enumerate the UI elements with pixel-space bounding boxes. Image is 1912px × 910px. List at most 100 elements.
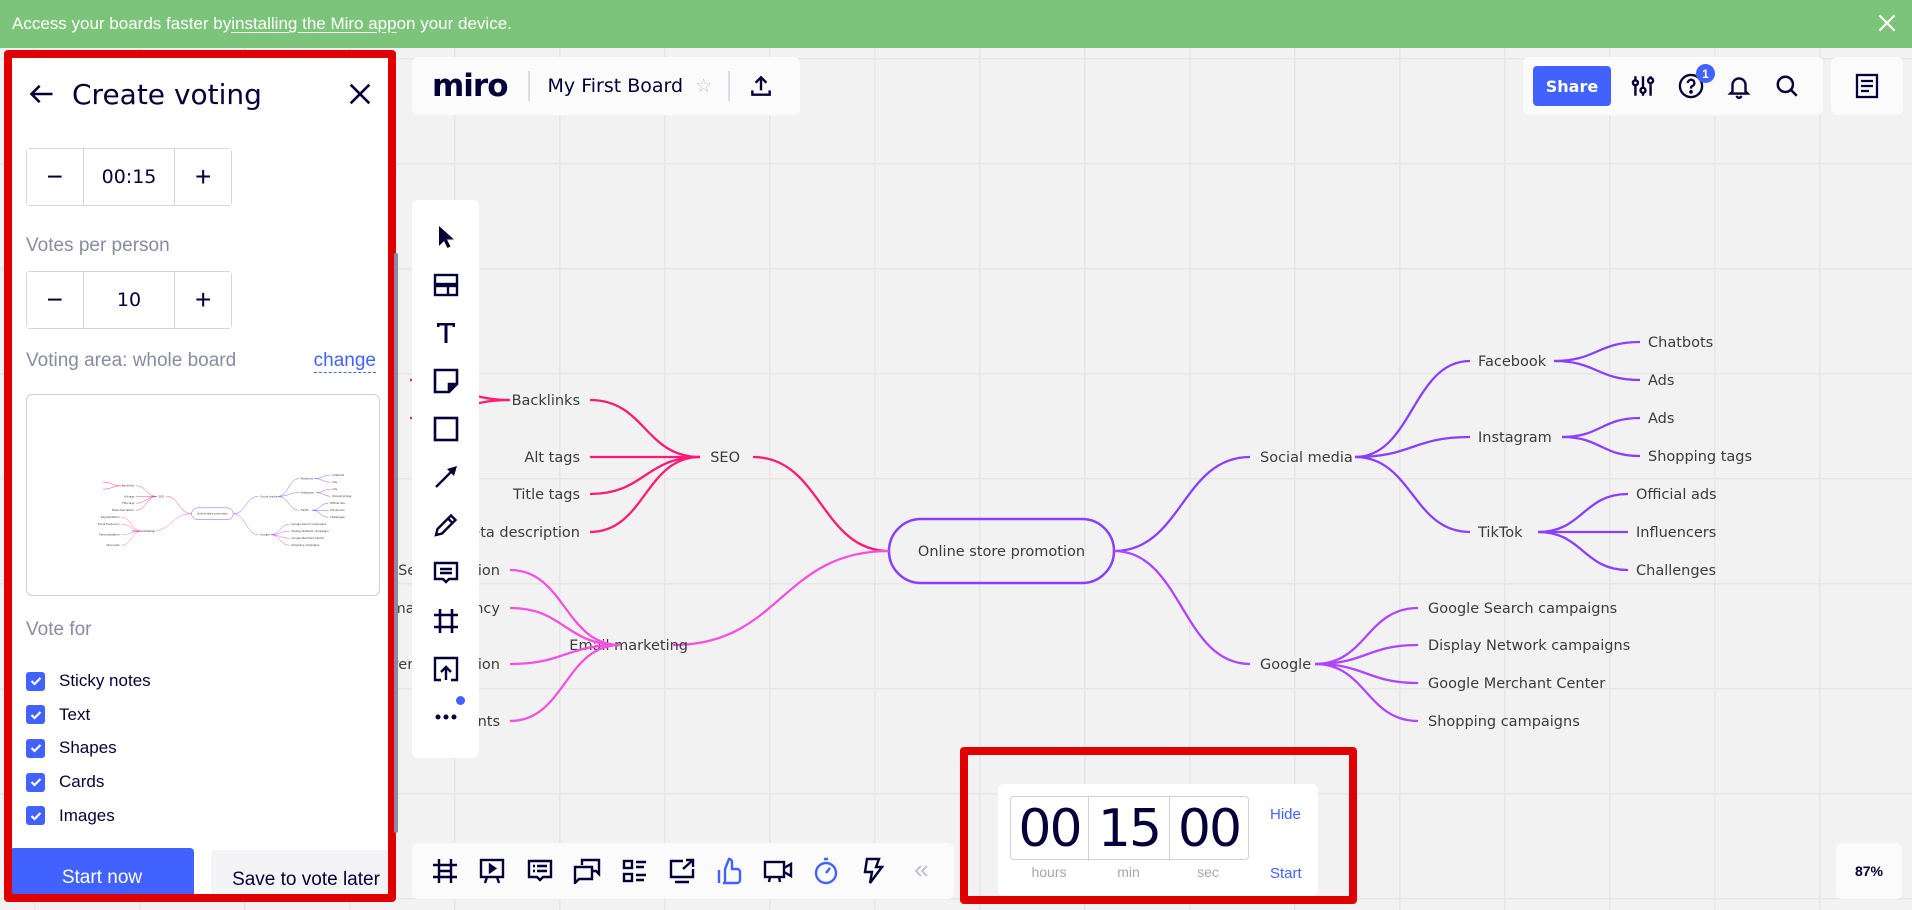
duration-value[interactable]: 00:15	[82, 149, 176, 205]
mind-map-branch	[1553, 359, 1641, 382]
mind-map-branch	[136, 496, 157, 504]
mind-map-node-label: Social media	[260, 494, 277, 498]
comments-list-icon[interactable]	[525, 856, 554, 886]
upload-icon[interactable]	[748, 73, 774, 99]
mind-map-branch	[102, 485, 122, 490]
checkbox[interactable]	[26, 806, 45, 826]
mind-map-node-label: SEO	[159, 494, 165, 498]
close-icon[interactable]	[346, 80, 374, 108]
duration-decrease-button[interactable]: −	[27, 149, 83, 205]
cards-list-icon[interactable]	[620, 856, 649, 886]
mind-map-branch	[314, 478, 331, 483]
integrations-icon[interactable]	[859, 856, 888, 886]
share-button[interactable]: Share	[1533, 66, 1611, 106]
votes-value[interactable]: 10	[82, 272, 176, 328]
mind-map-branch	[151, 513, 192, 532]
mind-map-node-label: TikTok	[300, 508, 310, 512]
mind-map-leaf-label: Chatbots	[332, 473, 345, 477]
vote-for-option[interactable]: Text	[26, 705, 90, 725]
zoom-level[interactable]: 87%	[1836, 843, 1902, 899]
double-chevron-left-icon[interactable]	[906, 856, 935, 886]
checkbox[interactable]	[26, 705, 45, 725]
timer-start-link[interactable]: Start	[1270, 865, 1302, 882]
collaboration-toolbar	[412, 843, 954, 899]
video-call-icon[interactable]	[763, 856, 793, 886]
mind-map-branch	[311, 503, 329, 511]
connection-line-icon[interactable]	[429, 460, 463, 494]
mind-map-branch	[1553, 340, 1641, 363]
mind-map-node-label: Email marketing	[569, 638, 688, 654]
mind-map-branch	[1354, 359, 1471, 459]
votes-decrease-button[interactable]: −	[27, 272, 83, 328]
back-arrow-icon[interactable]	[28, 80, 56, 108]
checkmark-icon	[30, 710, 41, 720]
duration-increase-button[interactable]: +	[175, 149, 231, 205]
mind-map-branch	[316, 492, 331, 497]
mind-map-leaf-label: Google Merchant Center	[1428, 676, 1605, 692]
mind-map-node-label: Instagram	[301, 491, 315, 495]
mind-map-leaf-label: Shopping campaigns	[291, 543, 320, 547]
select-tool-icon[interactable]	[429, 220, 463, 254]
settings-sliders-icon[interactable]	[1627, 70, 1659, 102]
vote-for-option[interactable]: Shapes	[26, 738, 117, 758]
mind-map-node-label: Facebook	[301, 477, 314, 481]
timer-hours[interactable]: 00	[1011, 797, 1089, 861]
vote-for-option[interactable]: Images	[26, 806, 115, 826]
checkbox[interactable]	[26, 671, 45, 691]
search-icon[interactable]	[1771, 70, 1803, 102]
vote-for-option-label: Shapes	[59, 738, 117, 758]
votes-increase-button[interactable]: +	[175, 272, 231, 328]
upload-tool-icon[interactable]	[429, 652, 463, 686]
mind-map-leaf-label: Influencers	[1636, 525, 1716, 541]
timer-minutes[interactable]: 15	[1089, 797, 1170, 861]
board-title[interactable]: My First Board	[548, 75, 684, 97]
frames-icon[interactable]	[430, 856, 459, 886]
share-screen-icon[interactable]	[668, 856, 697, 886]
mind-map-node-label: Google	[1260, 657, 1311, 673]
mind-map-leaf-label: Challenges	[1636, 563, 1716, 579]
mind-map-branch	[589, 455, 701, 496]
voting-icon[interactable]	[715, 856, 744, 886]
mind-map-leaf-label: Title tags	[512, 487, 580, 503]
notes-button[interactable]	[1831, 57, 1903, 115]
mind-map-leaf-label: Discounts	[106, 543, 120, 547]
star-icon[interactable]: ☆	[695, 75, 712, 98]
board-actions: Share 1	[1523, 57, 1823, 115]
timer-icon[interactable]	[811, 856, 840, 886]
minutes-label: min	[1117, 864, 1140, 880]
timer-display[interactable]: 00 15 00	[1010, 796, 1249, 861]
pen-icon[interactable]	[429, 508, 463, 542]
timer-hide-link[interactable]: Hide	[1270, 806, 1301, 823]
change-area-link[interactable]: change	[313, 350, 376, 373]
bell-icon[interactable]	[1723, 70, 1755, 102]
mind-map-leaf-label: Shopping tags	[332, 494, 352, 498]
mind-map-leaf-label: Google Search campaigns	[1428, 601, 1617, 617]
presentation-icon[interactable]	[478, 856, 507, 886]
more-tools-icon[interactable]	[429, 696, 465, 734]
help-icon[interactable]: 1	[1675, 64, 1715, 102]
panel-title: Create voting	[72, 77, 262, 111]
divider	[728, 71, 731, 101]
panel-scrollbar[interactable]	[394, 253, 398, 833]
comment-icon[interactable]	[429, 556, 463, 590]
frame-icon[interactable]	[429, 604, 463, 638]
shape-tool-icon[interactable]	[429, 412, 463, 446]
mind-map-leaf-label: Official ads	[330, 501, 345, 505]
sticky-note-icon[interactable]	[429, 364, 463, 398]
start-now-button[interactable]: Start now	[12, 848, 194, 894]
checkbox[interactable]	[26, 738, 45, 758]
save-to-vote-later-button[interactable]: Save to vote later	[211, 850, 388, 894]
chat-icon[interactable]	[573, 856, 602, 886]
vote-for-option[interactable]: Cards	[26, 772, 104, 792]
mind-map-leaf-label: Ads	[332, 480, 337, 484]
board-preview-thumbnail: Online store promotionSEOBacklinksAlt ta…	[98, 473, 352, 547]
text-tool-icon[interactable]	[429, 316, 463, 350]
vote-for-option[interactable]: Sticky notes	[26, 671, 151, 691]
timer-seconds[interactable]: 00	[1170, 797, 1248, 861]
vote-for-label: Vote for	[26, 619, 92, 640]
mind-map-branch	[136, 485, 157, 497]
checkbox[interactable]	[26, 772, 45, 792]
miro-logo[interactable]: miro	[432, 68, 509, 104]
vote-for-option-label: Cards	[59, 772, 105, 792]
templates-icon[interactable]	[429, 268, 463, 302]
